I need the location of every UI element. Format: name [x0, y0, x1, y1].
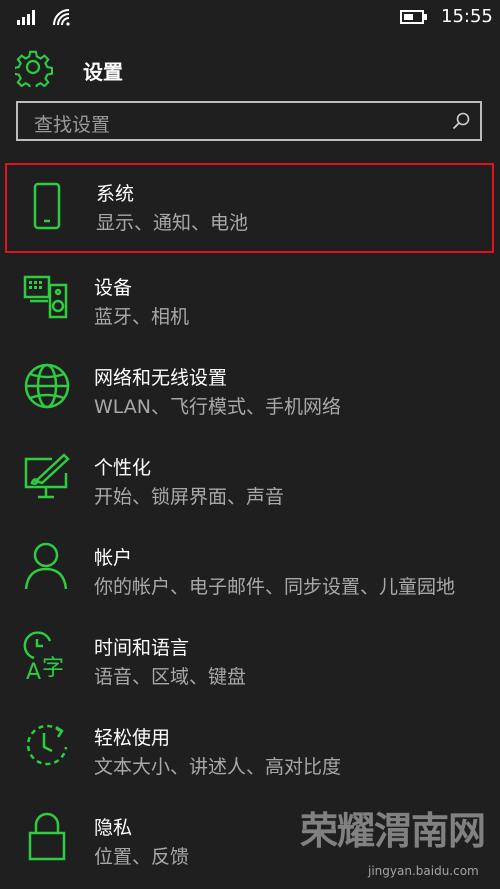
- settings-item-devices[interactable]: 设备 蓝牙、相机: [0, 257, 500, 343]
- lock-icon: [22, 811, 72, 861]
- settings-item-personalization[interactable]: 个性化 开始、锁屏界面、声音: [0, 437, 500, 523]
- item-name: 设备: [94, 277, 133, 299]
- clock-time: 15:55: [441, 6, 493, 27]
- svg-text:A: A: [26, 660, 41, 681]
- settings-item-ease-of-access[interactable]: 轻松使用 文本大小、讲述人、高对比度: [0, 707, 500, 793]
- watermark-text: 荣耀渭南网: [300, 809, 486, 853]
- paint-monitor-icon: [22, 451, 72, 501]
- page-header: 设置: [0, 44, 500, 94]
- item-description: 你的帐户、电子邮件、同步设置、儿童园地: [94, 576, 456, 598]
- clock-language-icon: A 字: [22, 631, 72, 681]
- item-name: 轻松使用: [94, 727, 171, 749]
- settings-item-accounts[interactable]: 帐户 你的帐户、电子邮件、同步设置、儿童园地: [0, 527, 500, 613]
- item-description: 位置、反馈: [94, 846, 190, 868]
- settings-item-system[interactable]: 系统 显示、通知、电池: [5, 163, 494, 253]
- globe-icon: [22, 361, 72, 411]
- watermark: 荣耀渭南网 jingyan.baidu.com: [300, 800, 500, 889]
- gear-icon: [15, 49, 53, 87]
- item-description: 文本大小、讲述人、高对比度: [94, 756, 342, 778]
- item-description: WLAN、飞行模式、手机网络: [94, 396, 342, 418]
- person-icon: [22, 541, 72, 591]
- item-name: 时间和语言: [94, 637, 190, 659]
- devices-icon: [22, 271, 72, 321]
- search-placeholder: 查找设置: [34, 114, 111, 136]
- signal-icon: [17, 9, 39, 25]
- item-description: 蓝牙、相机: [94, 306, 190, 328]
- item-name: 帐户: [94, 547, 133, 569]
- item-name: 个性化: [94, 457, 152, 479]
- search-input[interactable]: 查找设置: [16, 101, 482, 141]
- item-description: 开始、锁屏界面、声音: [94, 486, 285, 508]
- page-title: 设置: [83, 60, 123, 84]
- phone-icon: [24, 181, 74, 231]
- settings-item-network[interactable]: 网络和无线设置 WLAN、飞行模式、手机网络: [0, 347, 500, 433]
- item-description: 显示、通知、电池: [96, 212, 249, 234]
- ease-of-access-icon: [22, 721, 72, 771]
- svg-text:字: 字: [42, 656, 64, 681]
- item-name: 网络和无线设置: [94, 367, 228, 389]
- item-name: 隐私: [94, 817, 133, 839]
- wifi-icon: [52, 8, 72, 26]
- watermark-site: jingyan.baidu.com: [368, 864, 479, 878]
- item-name: 系统: [96, 183, 135, 205]
- status-bar: 15:55: [0, 0, 500, 36]
- settings-item-time-language[interactable]: A 字 时间和语言 语音、区域、键盘: [0, 617, 500, 703]
- search-icon[interactable]: [452, 112, 470, 130]
- battery-icon: [400, 10, 428, 24]
- item-description: 语音、区域、键盘: [94, 666, 247, 688]
